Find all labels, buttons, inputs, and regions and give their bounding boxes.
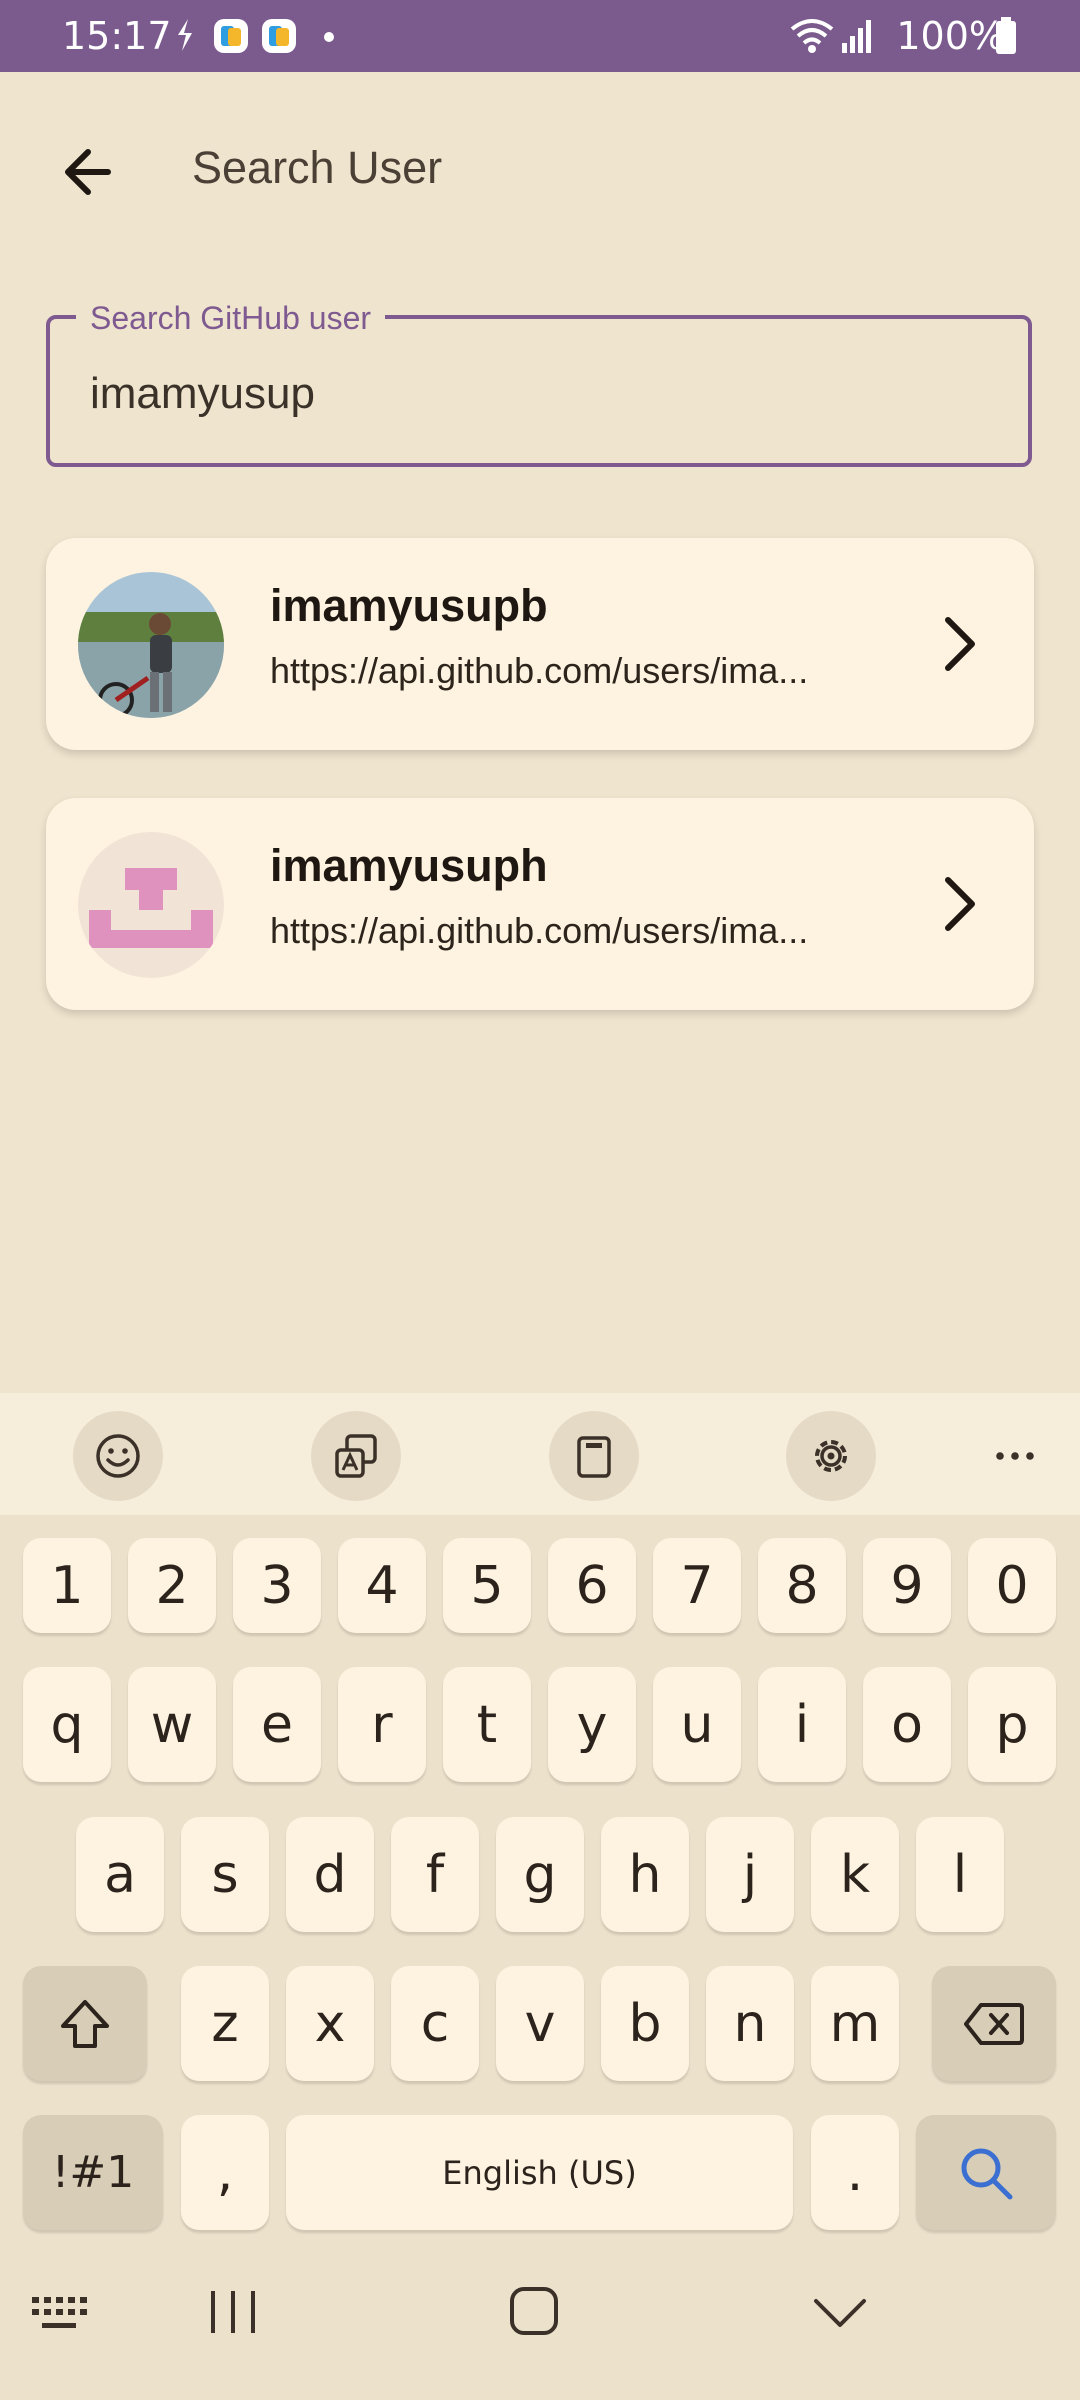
- key-b[interactable]: b: [601, 1966, 689, 2081]
- key-t[interactable]: t: [443, 1667, 531, 1782]
- user-list-item[interactable]: imamyusuph https://api.github.com/users/…: [46, 798, 1034, 1010]
- key-3[interactable]: 3: [233, 1538, 321, 1633]
- key-j[interactable]: j: [706, 1817, 794, 1932]
- battery-icon: [996, 17, 1016, 54]
- key-y[interactable]: y: [548, 1667, 636, 1782]
- username: imamyusuph: [270, 840, 548, 891]
- more-options-button[interactable]: [970, 1411, 1060, 1501]
- space-key[interactable]: English (US): [286, 2115, 793, 2230]
- more-notifications-dot-icon: [324, 32, 334, 42]
- navigation-bar: [0, 2235, 1080, 2400]
- key-l[interactable]: l: [916, 1817, 1004, 1932]
- home-icon[interactable]: [508, 2285, 560, 2337]
- key-1[interactable]: 1: [23, 1538, 111, 1633]
- key-r[interactable]: r: [338, 1667, 426, 1782]
- top-app-bar: Search User: [0, 72, 1080, 257]
- key-z[interactable]: z: [181, 1966, 269, 2081]
- wifi-icon: [790, 19, 834, 53]
- emoji-button[interactable]: [73, 1411, 163, 1501]
- battery-percent: 100%: [896, 14, 1005, 58]
- key-8[interactable]: 8: [758, 1538, 846, 1633]
- clipboard-button[interactable]: [549, 1411, 639, 1501]
- page-title: Search User: [192, 142, 443, 193]
- more-horizontal-icon: [996, 1452, 1034, 1460]
- user-url: https://api.github.com/users/ima...: [270, 910, 809, 951]
- key-o[interactable]: o: [863, 1667, 951, 1782]
- translate-icon: [335, 1434, 377, 1478]
- keyboard-settings-button[interactable]: [786, 1411, 876, 1501]
- back-button[interactable]: [50, 132, 130, 212]
- key-q[interactable]: q: [23, 1667, 111, 1782]
- key-w[interactable]: w: [128, 1667, 216, 1782]
- keyboard-hide-icon[interactable]: [30, 2293, 88, 2333]
- sync-notification-icon: [178, 19, 192, 51]
- emoji-icon: [96, 1434, 140, 1478]
- key-9[interactable]: 9: [863, 1538, 951, 1633]
- comma-key[interactable]: ,: [181, 2115, 269, 2230]
- backspace-key[interactable]: [932, 1966, 1056, 2081]
- key-a[interactable]: a: [76, 1817, 164, 1932]
- shift-icon: [61, 1999, 109, 2048]
- search-icon: [961, 2148, 1013, 2199]
- search-input-label: Search GitHub user: [76, 298, 386, 338]
- search-input-value: imamyusup: [90, 369, 315, 418]
- translate-button[interactable]: [311, 1411, 401, 1501]
- key-p[interactable]: p: [968, 1667, 1056, 1782]
- key-6[interactable]: 6: [548, 1538, 636, 1633]
- clipboard-icon: [577, 1436, 611, 1478]
- signal-icon: [842, 20, 871, 53]
- key-2[interactable]: 2: [128, 1538, 216, 1633]
- app-notification-icon: [262, 19, 296, 53]
- recent-apps-icon[interactable]: [205, 2287, 261, 2337]
- app-notification-icon: [214, 19, 248, 53]
- arrow-back-icon: [65, 149, 111, 195]
- gear-icon: [815, 1440, 847, 1472]
- status-time: 15:17: [62, 14, 172, 58]
- key-f[interactable]: f: [391, 1817, 479, 1932]
- user-list-item[interactable]: imamyusupb https://api.github.com/users/…: [46, 538, 1034, 750]
- chevron-right-icon: [945, 617, 975, 671]
- user-avatar: [78, 832, 224, 978]
- search-key[interactable]: [916, 2115, 1056, 2230]
- period-key[interactable]: .: [811, 2115, 899, 2230]
- soft-keyboard: 1 2 3 4 5 6 7 8 9 0 q w e r t y u i o p …: [0, 1515, 1080, 2235]
- key-d[interactable]: d: [286, 1817, 374, 1932]
- key-v[interactable]: v: [496, 1966, 584, 2081]
- key-7[interactable]: 7: [653, 1538, 741, 1633]
- backspace-icon: [964, 2002, 1024, 2045]
- username: imamyusupb: [270, 580, 548, 631]
- key-g[interactable]: g: [496, 1817, 584, 1932]
- key-i[interactable]: i: [758, 1667, 846, 1782]
- key-c[interactable]: c: [391, 1966, 479, 2081]
- key-h[interactable]: h: [601, 1817, 689, 1932]
- keyboard-toolbar: [0, 1393, 1080, 1515]
- key-x[interactable]: x: [286, 1966, 374, 2081]
- key-e[interactable]: e: [233, 1667, 321, 1782]
- shift-key[interactable]: [23, 1966, 147, 2081]
- status-bar: 15:17 100%: [0, 0, 1080, 72]
- key-k[interactable]: k: [811, 1817, 899, 1932]
- chevron-right-icon: [945, 877, 975, 931]
- symbols-key[interactable]: !#1: [23, 2115, 163, 2230]
- key-5[interactable]: 5: [443, 1538, 531, 1633]
- key-m[interactable]: m: [811, 1966, 899, 2081]
- identicon-avatar: [78, 832, 224, 978]
- key-u[interactable]: u: [653, 1667, 741, 1782]
- user-url: https://api.github.com/users/ima...: [270, 650, 809, 691]
- user-avatar: [78, 572, 224, 718]
- key-0[interactable]: 0: [968, 1538, 1056, 1633]
- user-photo-avatar: [78, 572, 224, 718]
- chevron-down-icon[interactable]: [812, 2295, 868, 2331]
- key-4[interactable]: 4: [338, 1538, 426, 1633]
- key-s[interactable]: s: [181, 1817, 269, 1932]
- key-n[interactable]: n: [706, 1966, 794, 2081]
